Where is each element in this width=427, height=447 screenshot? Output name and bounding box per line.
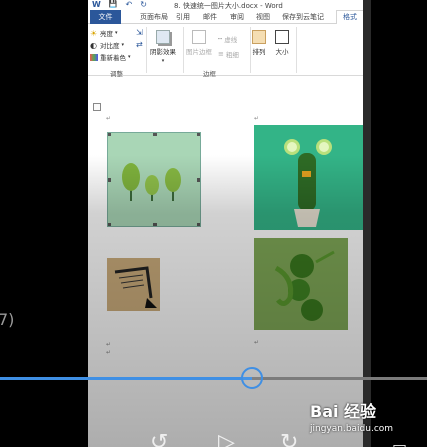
fullscreen-icon[interactable]: ▭ (392, 436, 407, 447)
baidu-watermark: Bai 经验 jingyan.baidu.com (310, 398, 393, 434)
watermark-brand: Bai 经验 (310, 402, 377, 421)
picture-vegetables[interactable] (254, 238, 348, 330)
contrast-label: 对比度 (100, 42, 120, 50)
weight-label: 粗细 (225, 51, 239, 59)
brightness-label: 亮度 (100, 30, 113, 38)
ribbon-tabs: 文件 页面布局 引用 邮件 审阅 视图 保存到云笔记 格式 (88, 10, 363, 25)
side-text: 7) (0, 310, 15, 329)
redo-icon[interactable]: ↻ (140, 0, 147, 9)
change-picture-icon: ⇄ (136, 40, 143, 49)
tab-view[interactable]: 视图 (256, 12, 270, 22)
tab-stop-marker (93, 103, 101, 111)
separator (296, 27, 297, 73)
paragraph-mark-icon: ↵ (254, 339, 260, 346)
picture-sketch[interactable] (107, 258, 160, 311)
weight-button[interactable]: ≡ 粗细 (218, 49, 239, 59)
tab-mailings[interactable]: 邮件 (203, 12, 217, 22)
arrange-label: 排列 (252, 48, 266, 56)
shadow-effects-button[interactable]: 阴影效果 ▾ (150, 30, 176, 64)
resize-handle[interactable] (108, 133, 111, 136)
title-bar: W 💾 ↶ ↻ 8. 快速统一图片大小.docx - Word (88, 0, 363, 10)
document-area[interactable]: ↵ ↵ ↵ ↵ ↵ (88, 77, 363, 447)
compress-icon: ⇲ (136, 28, 143, 37)
tab-format[interactable]: 格式 (336, 10, 363, 25)
paragraph-mark-icon: ↵ (254, 115, 260, 122)
brightness-button[interactable]: ☀ 亮度 ▾ (90, 28, 118, 38)
shadow-effects-icon (156, 30, 170, 44)
resize-handle[interactable] (197, 133, 200, 136)
size-button[interactable]: 大小 (275, 30, 289, 56)
weight-icon: ≡ (218, 50, 224, 58)
picture-cucumber[interactable] (254, 125, 363, 230)
quick-access-toolbar: W 💾 ↶ ↻ (92, 0, 147, 9)
recolor-icon (90, 53, 98, 61)
picture-border-label: 图片边框 (186, 48, 212, 56)
tab-page-layout[interactable]: 页面布局 (140, 12, 168, 22)
dashes-button[interactable]: ┅ 虚线 (218, 34, 237, 44)
trees-illustration (108, 133, 200, 226)
recolor-label: 重新着色 (100, 54, 126, 62)
contrast-button[interactable]: ◐ 对比度 ▾ (90, 40, 124, 50)
brightness-icon: ☀ (90, 29, 98, 38)
recolor-button[interactable]: 重新着色 ▾ (90, 52, 131, 62)
shadow-effects-label: 阴影效果 (150, 48, 176, 56)
picture-border-icon (192, 30, 206, 44)
paragraph-mark-icon: ↵ (106, 349, 112, 356)
size-icon (275, 30, 289, 44)
compress-icon-button[interactable]: ⇲ (136, 28, 143, 37)
undo-icon[interactable]: ↶ (126, 0, 133, 9)
resize-handle[interactable] (153, 223, 157, 226)
chevron-down-icon: ▾ (161, 58, 165, 64)
contrast-icon: ◐ (90, 41, 97, 50)
resize-handle[interactable] (153, 133, 157, 136)
picture-trees[interactable] (107, 132, 201, 227)
chevron-down-icon: ▾ (115, 30, 118, 36)
arrange-button[interactable]: 排列 (252, 30, 266, 56)
tab-save-to-cloud[interactable]: 保存到云笔记 (282, 12, 324, 22)
ribbon: ☀ 亮度 ▾ ◐ 对比度 ▾ 重新着色 ▾ 调整 ⇲ ⇄ 阴影效果 ▾ 图片边框… (88, 24, 363, 78)
chevron-down-icon: ▾ (121, 42, 125, 48)
paragraph-mark-icon: ↵ (106, 341, 112, 348)
play-icon[interactable]: ▷ (218, 432, 235, 447)
watermark-url: jingyan.baidu.com (310, 424, 394, 434)
forward-icon[interactable]: ↻ (280, 432, 298, 447)
dashes-icon: ┅ (218, 35, 223, 43)
paragraph-mark-icon: ↵ (106, 115, 112, 122)
dashes-label: 虚线 (224, 36, 238, 44)
chevron-down-icon: ▾ (128, 54, 131, 60)
vegetables-illustration (254, 238, 348, 330)
resize-handle[interactable] (108, 178, 111, 182)
resize-handle[interactable] (197, 178, 200, 182)
video-progress-knob[interactable] (241, 367, 263, 389)
separator (183, 27, 184, 73)
video-progress-fill (0, 377, 252, 380)
tab-review[interactable]: 审阅 (230, 12, 244, 22)
arrange-icon (252, 30, 266, 44)
cucumber-illustration (254, 125, 363, 230)
change-picture-button[interactable]: ⇄ (136, 40, 143, 49)
tab-file[interactable]: 文件 (90, 10, 121, 24)
picture-border-button[interactable]: 图片边框 (186, 30, 212, 56)
tab-references[interactable]: 引用 (176, 12, 190, 22)
word-logo-icon: W (92, 0, 101, 9)
resize-handle[interactable] (197, 223, 200, 226)
separator (146, 27, 147, 73)
separator (250, 27, 251, 73)
resize-handle[interactable] (108, 223, 111, 226)
save-icon[interactable]: 💾 (109, 0, 118, 9)
sketch-illustration (107, 258, 160, 311)
rewind-icon[interactable]: ↺ (150, 432, 168, 447)
size-label: 大小 (275, 48, 289, 56)
